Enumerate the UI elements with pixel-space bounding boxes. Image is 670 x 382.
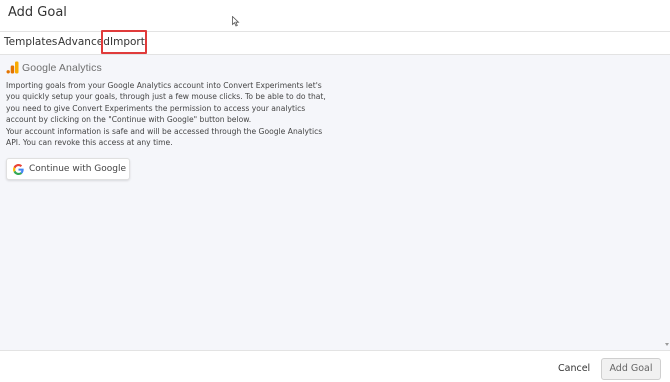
google-analytics-logo-icon xyxy=(6,61,19,74)
import-tab-highlight xyxy=(101,30,147,54)
import-description: Importing goals from your Google Analyti… xyxy=(6,80,336,148)
description-line: you quickly setup your goals, through ju… xyxy=(6,92,326,102)
description-line: Your account information is safe and wil… xyxy=(6,126,323,136)
dialog-header: Add Goal xyxy=(0,0,670,32)
cancel-button[interactable]: Cancel xyxy=(558,363,590,374)
continue-with-google-label: Continue with Google xyxy=(29,164,127,174)
description-line: API. You can revoke this access at any t… xyxy=(6,138,173,148)
description-line: account by clicking on the "Continue wit… xyxy=(6,115,252,125)
tab-templates[interactable]: Templates xyxy=(4,36,57,48)
google-g-icon xyxy=(13,164,24,175)
description-line: you need to give Convert Experiments the… xyxy=(6,103,306,113)
description-line: Importing goals from your Google Analyti… xyxy=(6,81,322,90)
dialog-footer: Cancel Add Goal xyxy=(0,350,670,382)
add-goal-button[interactable]: Add Goal xyxy=(601,358,661,380)
continue-with-google-button[interactable]: Continue with Google xyxy=(6,158,130,180)
scroll-down-icon[interactable] xyxy=(665,341,669,347)
mouse-cursor-icon xyxy=(232,16,240,27)
dialog-title: Add Goal xyxy=(8,5,67,20)
google-analytics-name: Google Analytics xyxy=(22,62,102,74)
